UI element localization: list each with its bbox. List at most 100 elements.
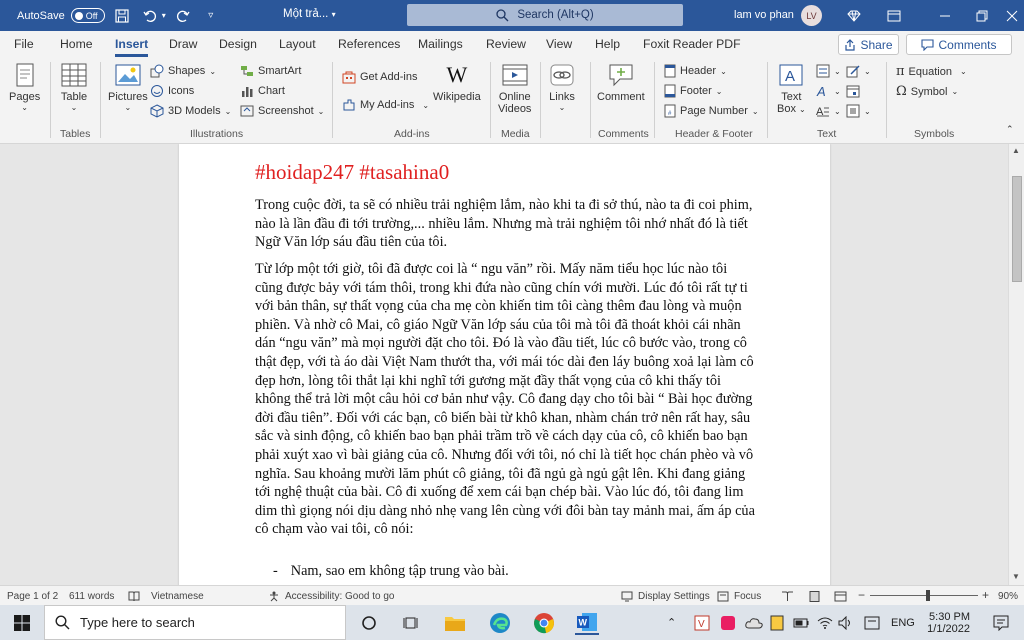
my-addins-button[interactable]: My Add-ins ⌄ [342, 98, 429, 112]
collapse-ribbon-icon[interactable]: ⌃ [1006, 124, 1014, 135]
diamond-icon[interactable] [838, 0, 870, 31]
icons-button[interactable]: Icons [150, 84, 194, 98]
tab-insert[interactable]: Insert [115, 37, 149, 57]
smartart-button[interactable]: SmartArt [240, 64, 301, 78]
text-box-button[interactable]: A Text Box ⌄ [777, 62, 806, 115]
chart-button[interactable]: Chart [240, 84, 285, 98]
word-taskbar-icon[interactable]: W [575, 611, 599, 635]
drop-cap-button[interactable]: A ⌄ [816, 104, 841, 118]
redo-icon[interactable] [172, 5, 194, 27]
show-hidden-icons[interactable]: ⌃ [667, 605, 676, 640]
signature-line-button[interactable]: ⌄ [846, 64, 871, 78]
paragraph-1[interactable]: Trong cuộc đời, ta sẽ có nhiều trải nghi… [255, 196, 755, 252]
3d-models-button[interactable]: 3D Models ⌄ [150, 104, 231, 118]
links-button[interactable]: Links ⌄ [548, 62, 576, 112]
wifi-icon[interactable] [817, 605, 833, 640]
cloud-icon[interactable] [745, 605, 763, 640]
tab-draw[interactable]: Draw [169, 37, 197, 51]
windows-start-icon[interactable] [10, 611, 34, 635]
undo-dropdown-icon[interactable]: ▾ [162, 11, 166, 20]
scroll-down-icon[interactable]: ▼ [1012, 572, 1020, 581]
comment-button[interactable]: Comment [597, 62, 645, 103]
online-videos-button[interactable]: Online Videos [498, 62, 531, 115]
volume-icon[interactable] [838, 605, 854, 640]
tab-review[interactable]: Review [486, 37, 526, 51]
page-number-button[interactable]: # Page Number ⌄ [664, 104, 759, 118]
edge-icon[interactable] [488, 611, 512, 635]
document-title[interactable]: Một trả... ▾ [283, 8, 336, 20]
vertical-scrollbar[interactable]: ▲ ▼ [1008, 144, 1024, 585]
user-name[interactable]: lam vo phan [734, 9, 794, 21]
web-layout-icon[interactable] [834, 591, 847, 602]
read-mode-icon[interactable] [781, 591, 794, 602]
wikipedia-button[interactable]: W Wikipedia [433, 62, 481, 103]
zoom-slider[interactable] [870, 590, 978, 601]
tab-home[interactable]: Home [60, 37, 93, 51]
restore-icon[interactable] [966, 0, 998, 31]
screenshot-button[interactable]: Screenshot ⌄ [240, 104, 324, 118]
avatar[interactable]: LV [801, 5, 822, 26]
proofing-status[interactable]: Vietnamese [128, 591, 204, 602]
get-addins-button[interactable]: Get Add-ins [342, 70, 417, 84]
tab-layout[interactable]: Layout [279, 37, 316, 51]
scrollbar-thumb[interactable] [1012, 176, 1022, 282]
comments-button[interactable]: Comments [906, 34, 1012, 55]
zoom-slider-thumb[interactable] [926, 590, 930, 601]
autosave-toggle[interactable]: Off [70, 8, 105, 23]
ime-icon[interactable] [864, 605, 880, 640]
input-language[interactable]: ENG [891, 605, 915, 640]
shapes-button[interactable]: Shapes ⌄ [150, 64, 216, 78]
symbol-button[interactable]: Ω Symbol ⌄ [896, 84, 958, 99]
zoom-out-icon[interactable]: − [858, 588, 865, 602]
tab-mailings[interactable]: Mailings [418, 37, 463, 51]
tab-references[interactable]: References [338, 37, 400, 51]
customize-qat-icon[interactable]: ▿ [200, 5, 222, 27]
file-explorer-icon[interactable] [443, 611, 467, 635]
zoom-in-icon[interactable]: + [982, 588, 989, 602]
share-button[interactable]: Share [838, 34, 899, 55]
ribbon-display-icon[interactable] [878, 0, 910, 31]
page-count[interactable]: Page 1 of 2 [7, 591, 58, 602]
document-page[interactable]: #hoidap247 #tasahina0 Trong cuộc đời, ta… [179, 144, 830, 585]
quick-parts-button[interactable]: ⌄ [816, 64, 841, 78]
accessibility-status[interactable]: Accessibility: Good to go [268, 591, 395, 602]
list-item[interactable]: - Nam, sao em không tập trung vào bài. [273, 563, 509, 580]
object-button[interactable]: ⌄ [846, 104, 871, 118]
minimize-icon[interactable] [929, 0, 961, 31]
tab-foxit[interactable]: Foxit Reader PDF [643, 37, 741, 51]
tab-view[interactable]: View [546, 37, 572, 51]
close-icon[interactable] [996, 0, 1024, 31]
document-heading[interactable]: #hoidap247 #tasahina0 [255, 160, 449, 185]
clock[interactable]: 5:30 PM 1/1/2022 [926, 605, 970, 640]
cortana-icon[interactable] [357, 611, 381, 635]
date-time-button[interactable] [846, 84, 860, 98]
scroll-up-icon[interactable]: ▲ [1012, 146, 1020, 155]
header-button[interactable]: Header ⌄ [664, 64, 727, 78]
table-button[interactable]: Table ⌄ [60, 62, 88, 112]
app-tray-icon[interactable] [720, 605, 736, 640]
undo-icon[interactable] [139, 5, 161, 27]
wordart-button[interactable]: A ⌄ [816, 84, 841, 98]
zoom-level[interactable]: 90% [998, 591, 1018, 602]
chrome-icon[interactable] [532, 611, 556, 635]
save-icon[interactable] [111, 5, 133, 27]
document-canvas[interactable]: #hoidap247 #tasahina0 Trong cuộc đời, ta… [0, 144, 1008, 585]
pictures-button[interactable]: Pictures ⌄ [108, 62, 148, 112]
paragraph-2[interactable]: Từ lớp một tới giờ, tôi đã được coi là “… [255, 260, 755, 539]
tab-file[interactable]: File [14, 37, 34, 51]
focus-mode[interactable]: Focus [717, 591, 761, 602]
notes-tray-icon[interactable] [770, 605, 784, 640]
display-settings[interactable]: Display Settings [621, 591, 710, 602]
search-box[interactable]: Search (Alt+Q) [407, 4, 683, 26]
tab-design[interactable]: Design [219, 37, 257, 51]
notifications-icon[interactable] [993, 605, 1009, 640]
battery-icon[interactable] [793, 605, 809, 640]
taskbar-search[interactable]: Type here to search [44, 605, 346, 640]
tab-help[interactable]: Help [595, 37, 620, 51]
task-view-icon[interactable] [400, 611, 424, 635]
footer-button[interactable]: Footer ⌄ [664, 84, 723, 98]
pages-button[interactable]: Pages ⌄ [9, 62, 40, 112]
print-layout-icon[interactable] [808, 591, 821, 602]
vlc-tray-icon[interactable]: V [694, 605, 710, 640]
word-count[interactable]: 611 words [69, 591, 114, 602]
